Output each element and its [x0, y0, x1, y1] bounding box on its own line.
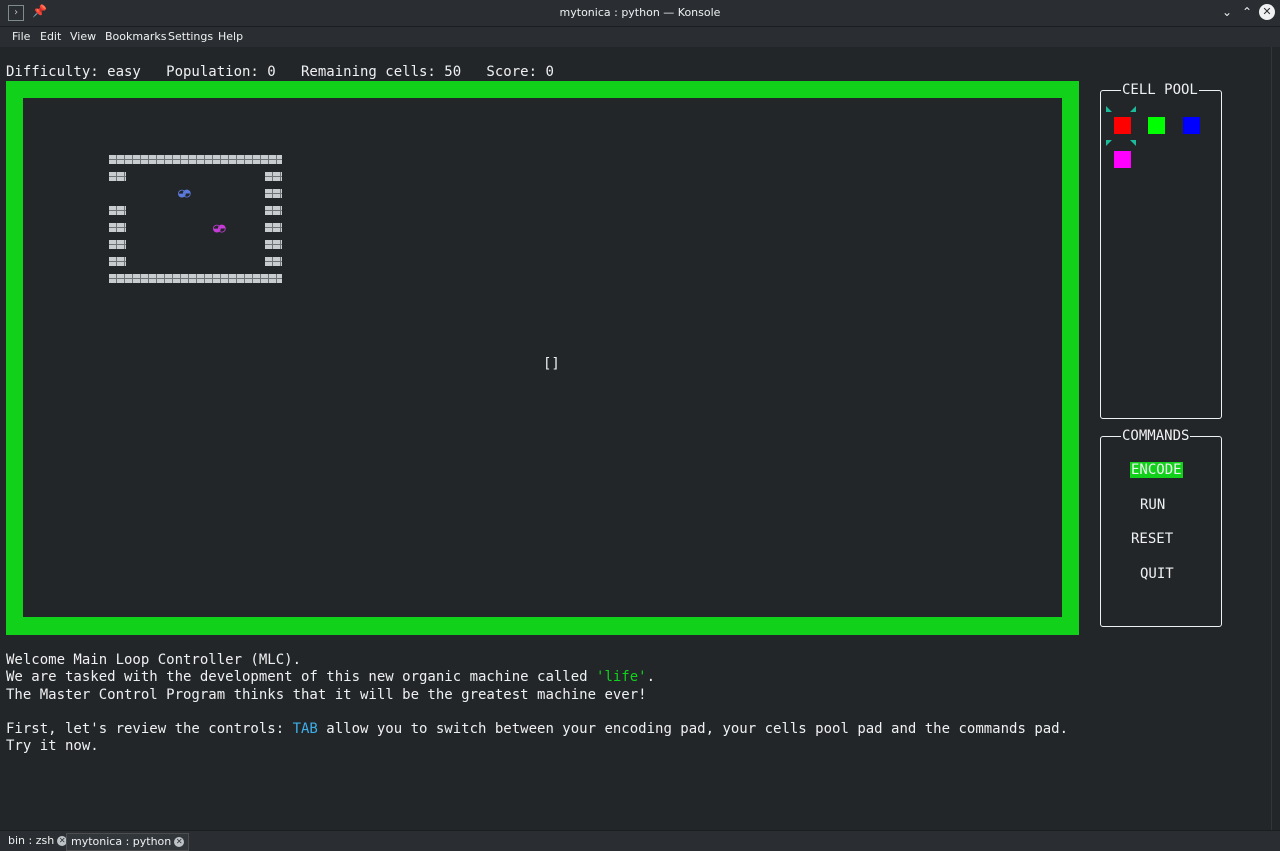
cell-pool-title: CELL POOL: [1121, 82, 1199, 98]
message-text: .: [646, 669, 656, 685]
message-line: Welcome Main Loop Controller (MLC).: [6, 652, 302, 668]
tab-label: mytonica : python: [71, 835, 172, 848]
wall-left: [109, 172, 126, 181]
cell-pool-pad[interactable]: CELL POOL: [1100, 82, 1222, 419]
message-line: We are tasked with the development of th…: [6, 669, 655, 685]
reset-button[interactable]: RESET: [1130, 531, 1174, 547]
message-line: The Master Control Program thinks that i…: [6, 687, 647, 703]
message-line: Try it now.: [6, 738, 99, 754]
wall-right: [265, 172, 282, 181]
selector-corner-icon: [1130, 140, 1136, 146]
window-title: mytonica : python — Konsole: [559, 6, 721, 19]
wall-left: [109, 240, 126, 249]
message-text: allow you to switch between your encodin…: [317, 721, 1069, 737]
menu-file[interactable]: File: [12, 30, 30, 43]
close-icon[interactable]: ✕: [1259, 4, 1275, 20]
menu-edit[interactable]: Edit: [40, 30, 61, 43]
message-text: First, let's review the controls:: [6, 721, 293, 737]
cell-blue-swatch[interactable]: [1183, 117, 1200, 134]
quit-button[interactable]: QUIT: [1139, 566, 1175, 582]
wall-right: [265, 189, 282, 198]
encode-button[interactable]: ENCODE: [1130, 462, 1183, 478]
menu-view[interactable]: View: [70, 30, 96, 43]
wall-left: [109, 206, 126, 215]
tab-mytonica-python[interactable]: mytonica : python ✕: [66, 833, 190, 851]
wall-right: [265, 257, 282, 266]
title-bar: › 📌 mytonica : python — Konsole ⌄ ⌃ ✕: [0, 0, 1280, 27]
cursor: []: [543, 356, 560, 372]
menu-help[interactable]: Help: [218, 30, 243, 43]
tab-label: bin : zsh: [8, 834, 55, 847]
tab-bin-zsh[interactable]: bin : zsh ✕: [4, 833, 71, 849]
magenta-cell-icon: ◒◓: [213, 221, 226, 236]
commands-pad[interactable]: COMMANDS ENCODE RUN RESET QUIT: [1100, 428, 1222, 627]
cell-magenta-swatch[interactable]: [1114, 151, 1131, 168]
wall-left: [109, 223, 126, 232]
tab-key-highlight: TAB: [292, 721, 318, 737]
cell-red-swatch[interactable]: [1114, 117, 1131, 134]
wall-right: [265, 206, 282, 215]
cell-green-swatch[interactable]: [1148, 117, 1165, 134]
wall-right: [265, 223, 282, 232]
maximize-icon[interactable]: ⌃: [1239, 4, 1255, 20]
wall-right: [265, 240, 282, 249]
blue-cell-icon: ◒◓: [178, 186, 191, 201]
wall-top: [109, 155, 282, 164]
menu-settings[interactable]: Settings: [168, 30, 213, 43]
selector-corner-icon: [1130, 106, 1136, 112]
message-text: We are tasked with the development of th…: [6, 669, 597, 685]
selector-corner-icon: [1106, 106, 1112, 112]
commands-title: COMMANDS: [1121, 428, 1191, 444]
scrollbar[interactable]: [1271, 47, 1280, 830]
minimize-icon[interactable]: ⌄: [1219, 4, 1235, 20]
terminal-area[interactable]: Difficulty: easy Population: 0 Remaining…: [0, 47, 1280, 830]
status-line: Difficulty: easy Population: 0 Remaining…: [6, 64, 554, 80]
selector-corner-icon: [1106, 140, 1112, 146]
menu-bookmarks[interactable]: Bookmarks: [105, 30, 166, 43]
close-tab-icon[interactable]: ✕: [174, 837, 185, 847]
life-highlight: 'life': [596, 669, 647, 685]
wall-left: [109, 257, 126, 266]
message-line: First, let's review the controls: TAB al…: [6, 721, 1068, 737]
wall-bottom: [109, 274, 282, 283]
menu-bar: File Edit View Bookmarks Settings Help: [0, 27, 1280, 47]
run-button[interactable]: RUN: [1139, 497, 1166, 513]
tab-bar: bin : zsh ✕ mytonica : python ✕: [0, 830, 1280, 851]
encoding-pad[interactable]: ◒◓ ◒◓ []: [6, 81, 1079, 635]
encoding-grid[interactable]: ◒◓ ◒◓ []: [23, 98, 1062, 617]
